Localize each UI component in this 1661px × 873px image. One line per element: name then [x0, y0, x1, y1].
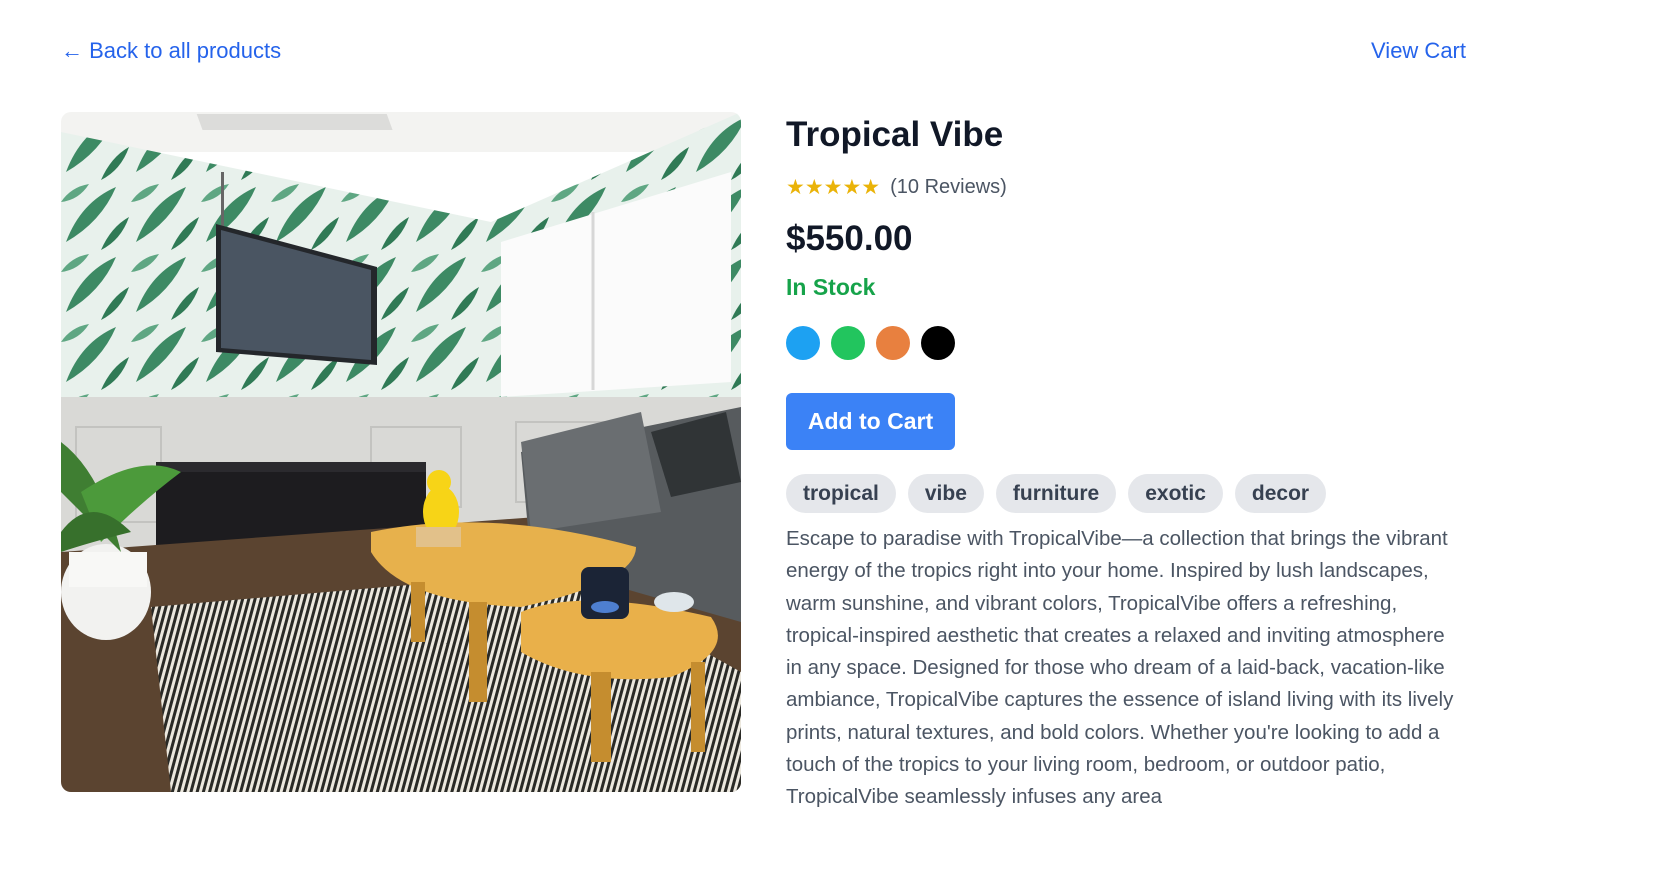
color-swatch-orange[interactable]: [876, 326, 910, 360]
product-price: $550.00: [786, 219, 913, 258]
color-swatch-blue[interactable]: [786, 326, 820, 360]
tag-furniture[interactable]: furniture: [995, 474, 1117, 513]
tag-vibe[interactable]: vibe: [907, 474, 984, 513]
tag-exotic[interactable]: exotic: [1128, 474, 1223, 513]
product-title: Tropical Vibe: [786, 115, 1004, 154]
stock-status: In Stock: [786, 274, 876, 300]
top-navigation: ← Back to all products View Cart: [61, 34, 1466, 68]
color-swatch-black[interactable]: [921, 326, 955, 360]
star-rating-icons: ★★★★★: [786, 175, 881, 199]
reviews-count[interactable]: (10 Reviews): [890, 176, 1007, 199]
rating-row: ★★★★★ (10 Reviews): [786, 174, 1466, 200]
add-to-cart-button[interactable]: Add to Cart: [786, 393, 955, 450]
living-room-photo: [61, 112, 741, 792]
tag-tropical[interactable]: tropical: [786, 474, 896, 513]
tag-list: tropical vibe furniture exotic decor: [786, 474, 1466, 513]
product-description: Escape to paradise with TropicalVibe—a c…: [786, 527, 1454, 809]
tag-decor[interactable]: decor: [1234, 474, 1327, 513]
color-swatches: [786, 326, 1466, 360]
view-cart-link[interactable]: View Cart: [1371, 38, 1466, 64]
product-image: [61, 112, 741, 792]
back-to-products-link[interactable]: ← Back to all products: [61, 38, 281, 64]
product-info: Tropical Vibe ★★★★★ (10 Reviews) $550.00…: [786, 112, 1466, 814]
color-swatch-green[interactable]: [831, 326, 865, 360]
